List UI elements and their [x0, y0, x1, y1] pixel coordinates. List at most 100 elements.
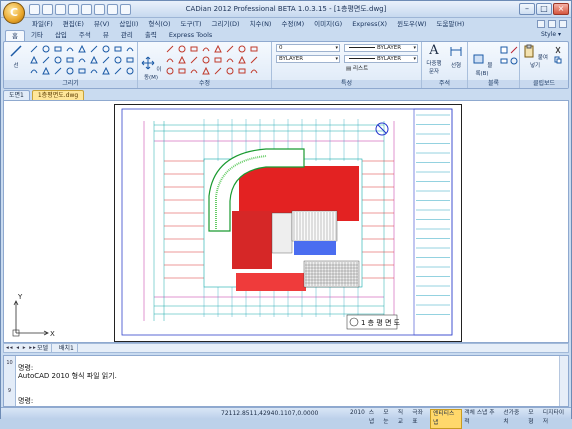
- command-scrollbar[interactable]: [559, 356, 568, 406]
- rotate-icon[interactable]: [178, 45, 186, 53]
- rectangle-icon[interactable]: [54, 67, 62, 75]
- status-toggle-ortho[interactable]: 직교: [396, 409, 411, 429]
- arc-icon[interactable]: [66, 56, 74, 64]
- tab-etc[interactable]: 기타: [25, 30, 49, 41]
- scale-icon[interactable]: [250, 67, 258, 75]
- attribute-icon[interactable]: [500, 57, 508, 65]
- extend-icon[interactable]: [226, 56, 234, 64]
- extend-icon[interactable]: [226, 45, 234, 53]
- scale-icon[interactable]: [250, 56, 258, 64]
- menu-help[interactable]: 도움말(H): [432, 18, 470, 30]
- color-combo[interactable]: BYLAYER ▾: [276, 55, 340, 63]
- offset-icon[interactable]: [202, 56, 210, 64]
- arc-icon[interactable]: [66, 67, 74, 75]
- status-toggle-snap[interactable]: 스냅: [367, 409, 382, 429]
- polyline-icon[interactable]: [30, 45, 38, 53]
- mtext-tool[interactable]: A 다중행 문자: [424, 44, 444, 76]
- linear-dim-tool[interactable]: 선형: [446, 44, 466, 69]
- line-tool[interactable]: 선: [7, 44, 25, 69]
- status-toggle-entity-snap[interactable]: 엔티티스냅: [430, 409, 463, 429]
- menu-image[interactable]: 이미지(G): [309, 18, 347, 30]
- lineweight-combo[interactable]: BYLAYER ▾: [344, 55, 418, 63]
- menu-window[interactable]: 윈도우(W): [392, 18, 431, 30]
- fillet-icon[interactable]: [238, 56, 246, 64]
- offset-icon[interactable]: [202, 45, 210, 53]
- block-insert-tool[interactable]: 블록(B): [470, 52, 494, 77]
- rectangle-icon[interactable]: [54, 45, 62, 53]
- hatch-icon[interactable]: [114, 45, 122, 53]
- drawing-canvas[interactable]: 1 층 평 면 도 Y X: [3, 100, 569, 343]
- rotate-icon[interactable]: [178, 67, 186, 75]
- list-button[interactable]: ▤ 리스트: [344, 66, 390, 74]
- point-icon[interactable]: [126, 67, 134, 75]
- layer-combo[interactable]: 0 ▾: [276, 44, 340, 52]
- mirror-icon[interactable]: [190, 45, 198, 53]
- menu-dimension[interactable]: 치수(N): [245, 18, 277, 30]
- tab-annotate[interactable]: 주석: [73, 30, 97, 41]
- tab-view[interactable]: 뷰: [97, 30, 115, 41]
- mirror-icon[interactable]: [190, 67, 198, 75]
- style-selector[interactable]: Style ▾: [541, 31, 561, 38]
- copy-icon[interactable]: [166, 45, 174, 53]
- copy-icon[interactable]: [166, 56, 174, 64]
- tab-model[interactable]: 모델: [34, 344, 53, 353]
- point-icon[interactable]: [126, 45, 134, 53]
- linetype-combo[interactable]: BYLAYER ▾: [344, 44, 418, 52]
- fillet-icon[interactable]: [238, 45, 246, 53]
- offset-icon[interactable]: [202, 67, 210, 75]
- trim-icon[interactable]: [214, 67, 222, 75]
- status-toggle-digitizer[interactable]: 디지타이저: [541, 409, 571, 429]
- paste-tool[interactable]: 붙여넣기: [522, 44, 548, 69]
- menu-modify[interactable]: 수정(M): [276, 18, 309, 30]
- doc-tab-floorplan[interactable]: 1층평면도.dwg: [31, 90, 85, 100]
- polyline-icon[interactable]: [30, 56, 38, 64]
- tab-home[interactable]: 홈: [5, 30, 25, 41]
- cut-icon[interactable]: [554, 46, 562, 54]
- menu-format[interactable]: 형식(O): [143, 18, 175, 30]
- write-block-icon[interactable]: [510, 57, 518, 65]
- extend-icon[interactable]: [226, 67, 234, 75]
- menu-view[interactable]: 뷰(V): [89, 18, 115, 30]
- menu-edit[interactable]: 편집(E): [58, 18, 89, 30]
- command-prompt[interactable]: 명령:: [18, 396, 33, 406]
- hatch-icon[interactable]: [114, 67, 122, 75]
- maximize-button[interactable]: □: [536, 3, 552, 15]
- mirror-icon[interactable]: [190, 56, 198, 64]
- scale-icon[interactable]: [250, 45, 258, 53]
- status-toggle-grid[interactable]: 모눈: [381, 409, 396, 429]
- rectangle-icon[interactable]: [54, 56, 62, 64]
- menu-tools[interactable]: 도구(T): [176, 18, 207, 30]
- status-toggle-object-snap-tracking[interactable]: 객체 스냅 추적: [462, 409, 501, 429]
- arc-icon[interactable]: [66, 45, 74, 53]
- hatch-icon[interactable]: [114, 56, 122, 64]
- status-toggle-version[interactable]: 2010: [348, 409, 367, 429]
- tab-layout1[interactable]: 배치1: [56, 344, 78, 353]
- copy-icon[interactable]: [166, 67, 174, 75]
- menu-draw[interactable]: 그리기(D): [207, 18, 245, 30]
- minimize-button[interactable]: –: [519, 3, 535, 15]
- tab-express-tools[interactable]: Express Tools: [163, 30, 218, 41]
- block-create-icon[interactable]: [500, 46, 508, 54]
- status-toggle-model[interactable]: 모형: [526, 409, 541, 429]
- tab-manage[interactable]: 관리: [115, 30, 139, 41]
- polygon-icon[interactable]: [78, 56, 86, 64]
- menu-insert[interactable]: 삽입(I): [114, 18, 143, 30]
- fillet-icon[interactable]: [238, 67, 246, 75]
- move-tool[interactable]: 이동(M): [140, 56, 162, 81]
- doc-tab-drawing1[interactable]: 도면1: [3, 90, 30, 100]
- ellipse-icon[interactable]: [90, 56, 98, 64]
- mdi-restore-icon[interactable]: [548, 20, 556, 28]
- layout-nav-arrows[interactable]: ◂◂ ◂ ▸ ▸▸: [6, 345, 37, 351]
- status-toggle-lineweight[interactable]: 선가중치: [501, 409, 526, 429]
- status-toggle-polar[interactable]: 극좌표: [410, 409, 430, 429]
- polygon-icon[interactable]: [78, 45, 86, 53]
- spline-icon[interactable]: [102, 45, 110, 53]
- trim-icon[interactable]: [214, 45, 222, 53]
- copy-icon[interactable]: [554, 56, 562, 64]
- application-menu-button[interactable]: C: [3, 2, 25, 24]
- ellipse-icon[interactable]: [90, 67, 98, 75]
- circle-icon[interactable]: [42, 45, 50, 53]
- ellipse-icon[interactable]: [90, 45, 98, 53]
- close-button[interactable]: ×: [553, 3, 569, 15]
- polyline-icon[interactable]: [30, 67, 38, 75]
